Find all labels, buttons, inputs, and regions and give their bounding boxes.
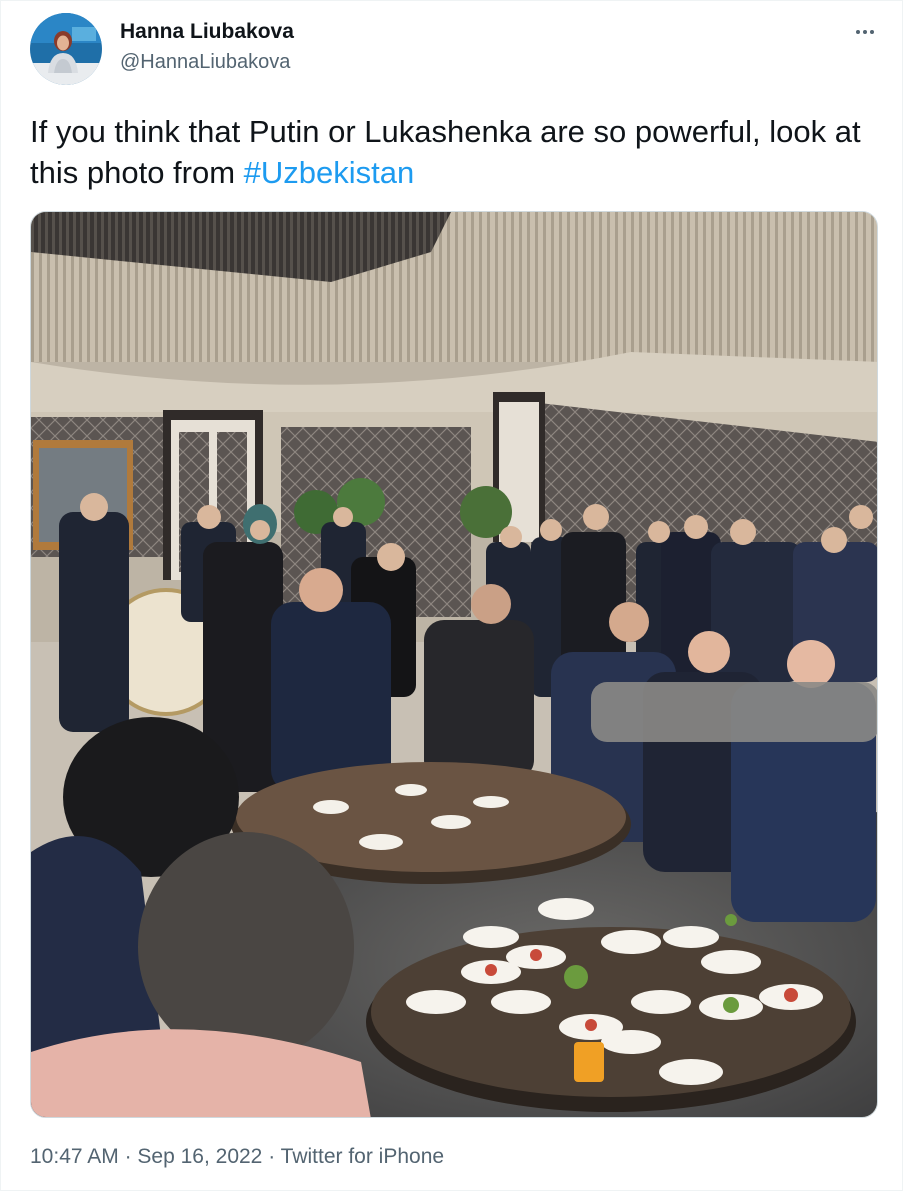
- tweet-card: Hanna Liubakova @HannaLiubakova If you t…: [0, 0, 903, 1191]
- tweet-source-link[interactable]: Twitter for iPhone: [281, 1145, 444, 1168]
- tweet-text: If you think that Putin or Lukashenka ar…: [30, 111, 880, 193]
- more-horizontal-icon: [856, 30, 860, 34]
- separator: ·: [118, 1145, 138, 1168]
- author-handle[interactable]: @HannaLiubakova: [120, 50, 290, 74]
- separator: ·: [262, 1145, 281, 1168]
- tweet-time-link[interactable]: 10:47 AM: [30, 1145, 119, 1168]
- tweet-photo[interactable]: [30, 211, 878, 1118]
- tweet-text-body: If you think that Putin or Lukashenka ar…: [30, 114, 861, 190]
- tweet-metadata: 10:47 AM · Sep 16, 2022 · Twitter for iP…: [30, 1143, 444, 1171]
- author-name[interactable]: Hanna Liubakova: [120, 20, 294, 44]
- more-horizontal-icon: [870, 30, 874, 34]
- tweet-date-link[interactable]: Sep 16, 2022: [137, 1145, 262, 1168]
- more-horizontal-icon: [863, 30, 867, 34]
- hashtag-link[interactable]: #Uzbekistan: [244, 155, 415, 190]
- author-avatar[interactable]: [30, 13, 102, 85]
- more-options-button[interactable]: [843, 15, 887, 49]
- tweet-photo-image: [31, 212, 877, 1117]
